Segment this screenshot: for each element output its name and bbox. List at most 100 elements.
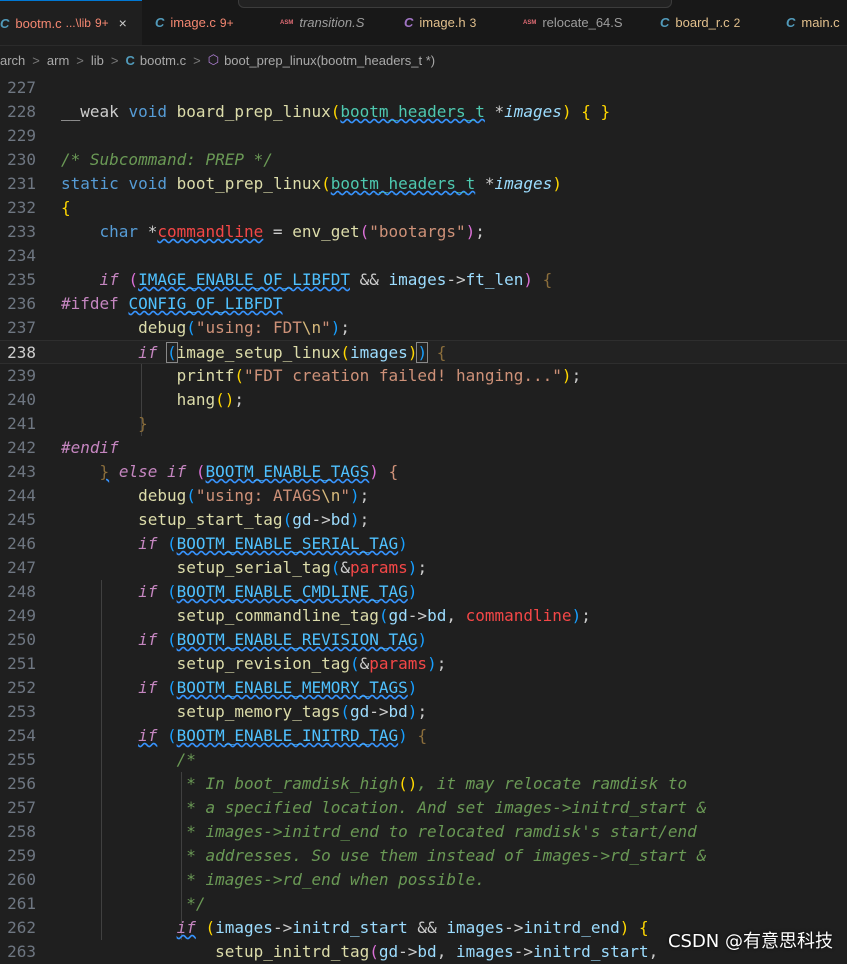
code-text[interactable]: /* Subcommand: PREP */ — [61, 148, 273, 172]
code-text[interactable]: debug("using: FDT\n"); — [61, 316, 350, 340]
tab-label: transition.S — [299, 15, 365, 30]
code-line[interactable]: 232 { — [0, 196, 847, 220]
code-line[interactable]: 249 setup_commandline_tag(gd->bd, comman… — [0, 604, 847, 628]
code-text[interactable]: #ifdef CONFIG_OF_LIBFDT — [61, 292, 283, 316]
code-text[interactable]: char *commandline = env_get("bootargs"); — [61, 220, 485, 244]
code-text[interactable]: if (image_setup_linux(images)) { — [61, 341, 446, 365]
code-text[interactable]: setup_commandline_tag(gd->bd, commandlin… — [61, 604, 591, 628]
code-text[interactable]: } — [61, 412, 148, 436]
code-line[interactable]: 242 #endif — [0, 436, 847, 460]
line-number: 232 — [7, 198, 36, 217]
tab-board-r-c[interactable]: C board_r.c 2 — [660, 0, 740, 45]
breadcrumb-item-arm[interactable]: arm — [47, 53, 69, 68]
tab-image-h[interactable]: C image.h 3 — [404, 0, 476, 45]
code-text[interactable]: __weak void board_prep_linux(bootm_heade… — [61, 100, 610, 124]
code-line[interactable]: 250 if (BOOTM_ENABLE_REVISION_TAG) — [0, 628, 847, 652]
code-text[interactable]: hang(); — [61, 388, 244, 412]
code-text[interactable]: setup_start_tag(gd->bd); — [61, 508, 369, 532]
code-line[interactable]: 248 if (BOOTM_ENABLE_CMDLINE_TAG) — [0, 580, 847, 604]
breadcrumb-item-arch[interactable]: arch — [0, 53, 25, 68]
code-text[interactable]: if (BOOTM_ENABLE_CMDLINE_TAG) — [61, 580, 417, 604]
code-line[interactable]: 252 if (BOOTM_ENABLE_MEMORY_TAGS) — [0, 676, 847, 700]
code-text[interactable]: * addresses. So use them instead of imag… — [61, 844, 706, 868]
breadcrumb: arch > arm > lib > C bootm.c > ⬡ boot_pr… — [0, 48, 435, 72]
code-text[interactable]: * images->initrd_end to relocated ramdis… — [61, 820, 697, 844]
code-line[interactable]: 231 static void boot_prep_linux(bootm_hea… — [0, 172, 847, 196]
code-line[interactable]: 261 */ — [0, 892, 847, 916]
code-text[interactable]: #endif — [61, 436, 119, 460]
code-line[interactable]: 258 * images->initrd_end to relocated ra… — [0, 820, 847, 844]
line-number: 255 — [7, 750, 36, 769]
code-text[interactable]: if (images->initrd_start && images->init… — [61, 916, 649, 940]
code-text[interactable]: static void boot_prep_linux(bootm_header… — [61, 172, 562, 196]
close-icon[interactable]: × — [119, 15, 127, 31]
c-file-icon: C — [660, 15, 670, 30]
watermark: CSDN @有意思科技 — [667, 931, 833, 952]
tab-label: bootm.c — [15, 15, 62, 31]
line-number: 236 — [7, 294, 36, 313]
c-file-icon: C — [125, 52, 135, 68]
code-line[interactable]: 257 * a specified location. And set imag… — [0, 796, 847, 820]
code-line[interactable]: 255 /* — [0, 748, 847, 772]
code-line[interactable]: 251 setup_revision_tag(&params); — [0, 652, 847, 676]
code-text[interactable]: debug("using: ATAGS\n"); — [61, 484, 369, 508]
breadcrumb-item-symbol[interactable]: boot_prep_linux(bootm_headers_t *) — [224, 53, 435, 68]
code-line[interactable]: 240 hang(); — [0, 388, 847, 412]
tab-transition-s[interactable]: ASM transition.S — [280, 0, 368, 45]
code-line[interactable]: 244 debug("using: ATAGS\n"); — [0, 484, 847, 508]
code-text[interactable]: setup_serial_tag(&params); — [61, 556, 427, 580]
tab-relocate-64-s[interactable]: ASM relocate_64.S — [523, 0, 627, 45]
line-number: 230 — [7, 150, 36, 169]
code-text[interactable]: { — [61, 196, 71, 220]
code-text[interactable]: } else if (BOOTM_ENABLE_TAGS) { — [61, 460, 399, 484]
line-number: 245 — [7, 510, 36, 529]
code-line[interactable]: 227 — [0, 76, 847, 100]
code-text[interactable]: printf("FDT creation failed! hanging..."… — [61, 364, 582, 388]
code-line[interactable]: 256 * In boot_ramdisk_high(), it may rel… — [0, 772, 847, 796]
code-line[interactable]: 235 if (IMAGE_ENABLE_OF_LIBFDT && images… — [0, 268, 847, 292]
code-text[interactable]: setup_initrd_tag(gd->bd, images->initrd_… — [61, 940, 658, 964]
breadcrumb-item-lib[interactable]: lib — [91, 53, 104, 68]
line-number: 261 — [7, 894, 36, 913]
code-line[interactable]: 260 * images->rd_end when possible. — [0, 868, 847, 892]
tab-main-c[interactable]: C main.c — [786, 0, 844, 45]
code-line[interactable]: 247 setup_serial_tag(&params); — [0, 556, 847, 580]
line-number: 247 — [7, 558, 36, 577]
code-text[interactable]: if (BOOTM_ENABLE_REVISION_TAG) — [61, 628, 427, 652]
code-text[interactable]: /* — [61, 748, 196, 772]
code-text[interactable]: * In boot_ramdisk_high(), it may relocat… — [61, 772, 687, 796]
code-line[interactable]: 236 #ifdef CONFIG_OF_LIBFDT — [0, 292, 847, 316]
code-text[interactable]: * a specified location. And set images->… — [61, 796, 706, 820]
code-line[interactable]: 229 — [0, 124, 847, 148]
code-line[interactable]: 239 printf("FDT creation failed! hanging… — [0, 364, 847, 388]
code-line[interactable]: 241 } — [0, 412, 847, 436]
code-line[interactable]: 234 — [0, 244, 847, 268]
code-text[interactable]: */ — [61, 892, 205, 916]
code-line[interactable]: 230 /* Subcommand: PREP */ — [0, 148, 847, 172]
code-text[interactable]: setup_revision_tag(&params); — [61, 652, 447, 676]
code-line[interactable]: 243 } else if (BOOTM_ENABLE_TAGS) { — [0, 460, 847, 484]
code-line[interactable]: 253 setup_memory_tags(gd->bd); — [0, 700, 847, 724]
code-text[interactable]: * images->rd_end when possible. — [61, 868, 485, 892]
code-line[interactable]: 233 char *commandline = env_get("bootarg… — [0, 220, 847, 244]
line-number: 233 — [7, 222, 36, 241]
code-text[interactable]: if (BOOTM_ENABLE_MEMORY_TAGS) — [61, 676, 417, 700]
code-line[interactable]: 228 __weak void board_prep_linux(bootm_he… — [0, 100, 847, 124]
line-number: 254 — [7, 726, 36, 745]
code-line[interactable]: 246 if (BOOTM_ENABLE_SERIAL_TAG) — [0, 532, 847, 556]
breadcrumb-item-file[interactable]: bootm.c — [140, 53, 186, 68]
code-line[interactable]: 238 if (image_setup_linux(images)) { — [0, 340, 847, 364]
tab-bootm-c[interactable]: C bootm.c ...\lib 9+ × — [0, 0, 142, 45]
editor-tab-bar: C bootm.c ...\lib 9+ × C image.c 9+ ASM … — [0, 0, 847, 46]
code-text[interactable]: if (BOOTM_ENABLE_INITRD_TAG) { — [61, 724, 427, 748]
code-text[interactable]: if (BOOTM_ENABLE_SERIAL_TAG) — [61, 532, 408, 556]
code-line[interactable]: 245 setup_start_tag(gd->bd); — [0, 508, 847, 532]
line-number: 246 — [7, 534, 36, 553]
code-text[interactable]: if (IMAGE_ENABLE_OF_LIBFDT && images->ft… — [61, 268, 553, 292]
code-text[interactable]: setup_memory_tags(gd->bd); — [61, 700, 427, 724]
code-editor[interactable]: 227 228 __weak void board_prep_linux(bootm… — [0, 76, 847, 964]
code-line[interactable]: 254 if (BOOTM_ENABLE_INITRD_TAG) { — [0, 724, 847, 748]
tab-image-c[interactable]: C image.c 9+ — [155, 0, 234, 45]
code-line[interactable]: 237 debug("using: FDT\n"); — [0, 316, 847, 340]
code-line[interactable]: 259 * addresses. So use them instead of … — [0, 844, 847, 868]
